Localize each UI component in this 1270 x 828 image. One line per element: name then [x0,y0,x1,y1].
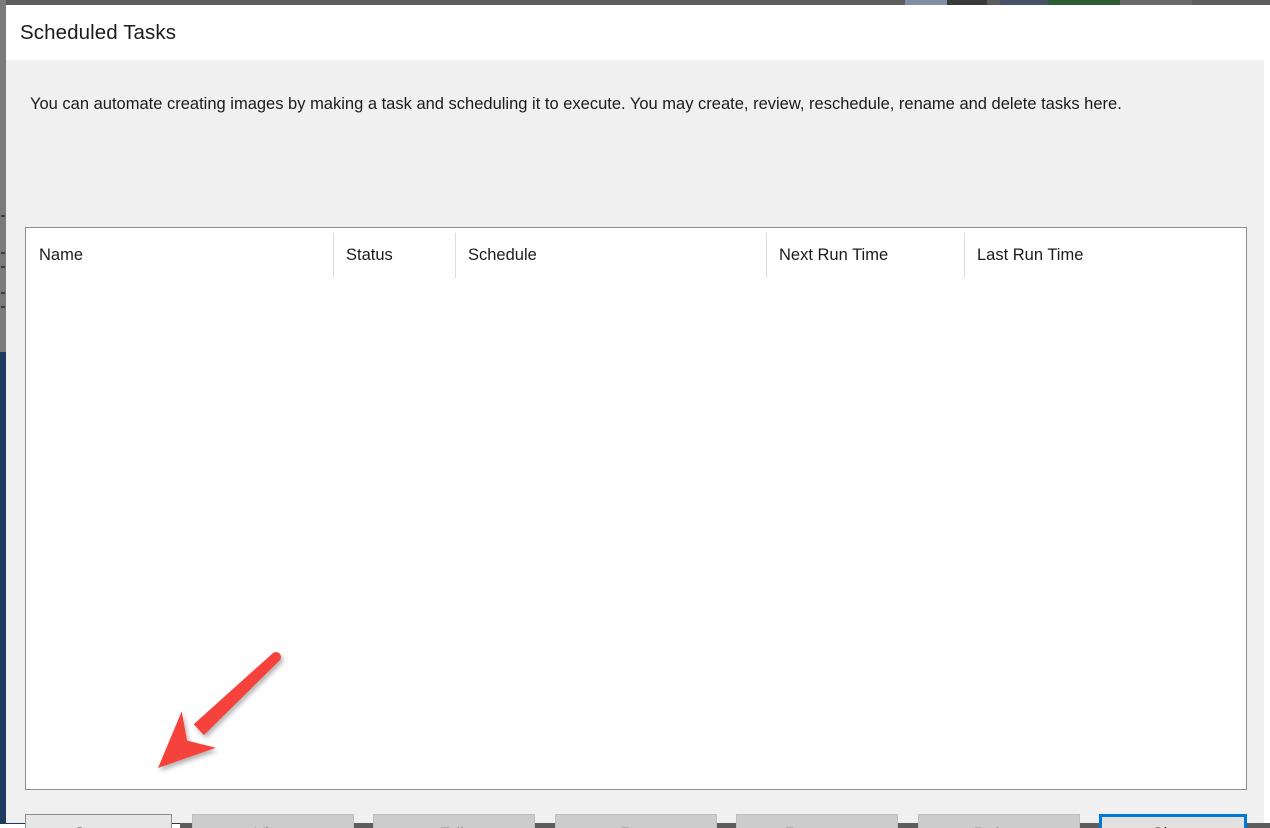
listview-column-header-name[interactable]: Name [26,228,333,282]
listview-column-header-label: Schedule [468,246,537,265]
background-icon-fragment-2 [1,252,5,254]
run-button: Run [555,814,717,828]
listview-column-header-status[interactable]: Status [333,228,455,282]
listview-column-header-schedule[interactable]: Schedule [455,228,766,282]
view-button: View [192,814,354,828]
view-button-label: View [254,824,291,828]
edit-button: Edit [373,814,535,828]
delete-button-label: Delete [974,824,1023,828]
dialog-button-bar: Create View Edit Run Rename Delete Close [25,814,1247,828]
scheduled-tasks-dialog: Scheduled Tasks You can automate creatin… [6,5,1264,823]
close-button[interactable]: Close [1099,814,1247,828]
create-button[interactable]: Create [25,814,172,828]
run-button-label: Run [620,824,651,828]
edit-button-label: Edit [439,824,468,828]
listview-column-header-next-run-time[interactable]: Next Run Time [766,228,964,282]
listview-header-row: Name Status Schedule Next Run Time Last Run … [26,228,1246,282]
dialog-body: You can automate creating images by maki… [6,60,1264,823]
listview-column-header-label: Next Run Time [779,246,888,265]
screen: Scheduled Tasks You can automate creatin… [0,0,1270,828]
delete-button: Delete [918,814,1080,828]
listview-column-header-label: Status [346,246,393,265]
background-icon-fragment-4 [1,292,5,294]
rename-button: Rename [736,814,898,828]
listview-empty-body[interactable] [26,282,1246,789]
listview-column-header-last-run-time[interactable]: Last Run Time [964,228,1246,282]
scheduled-tasks-listview[interactable]: Name Status Schedule Next Run Time Last Run … [25,227,1247,790]
listview-column-header-label: Name [39,246,83,265]
rename-button-label: Rename [785,824,849,828]
dialog-title: Scheduled Tasks [20,21,176,45]
background-icon-fragment-1 [1,215,5,217]
listview-column-header-label: Last Run Time [977,246,1083,265]
dialog-description: You can automate creating images by maki… [30,91,1242,118]
background-icon-fragment-3 [1,266,5,268]
close-button-label: Close [1151,824,1194,828]
dialog-titlebar: Scheduled Tasks [6,5,1264,60]
background-icon-fragment-5 [1,306,5,308]
create-button-label: Create [73,824,124,828]
